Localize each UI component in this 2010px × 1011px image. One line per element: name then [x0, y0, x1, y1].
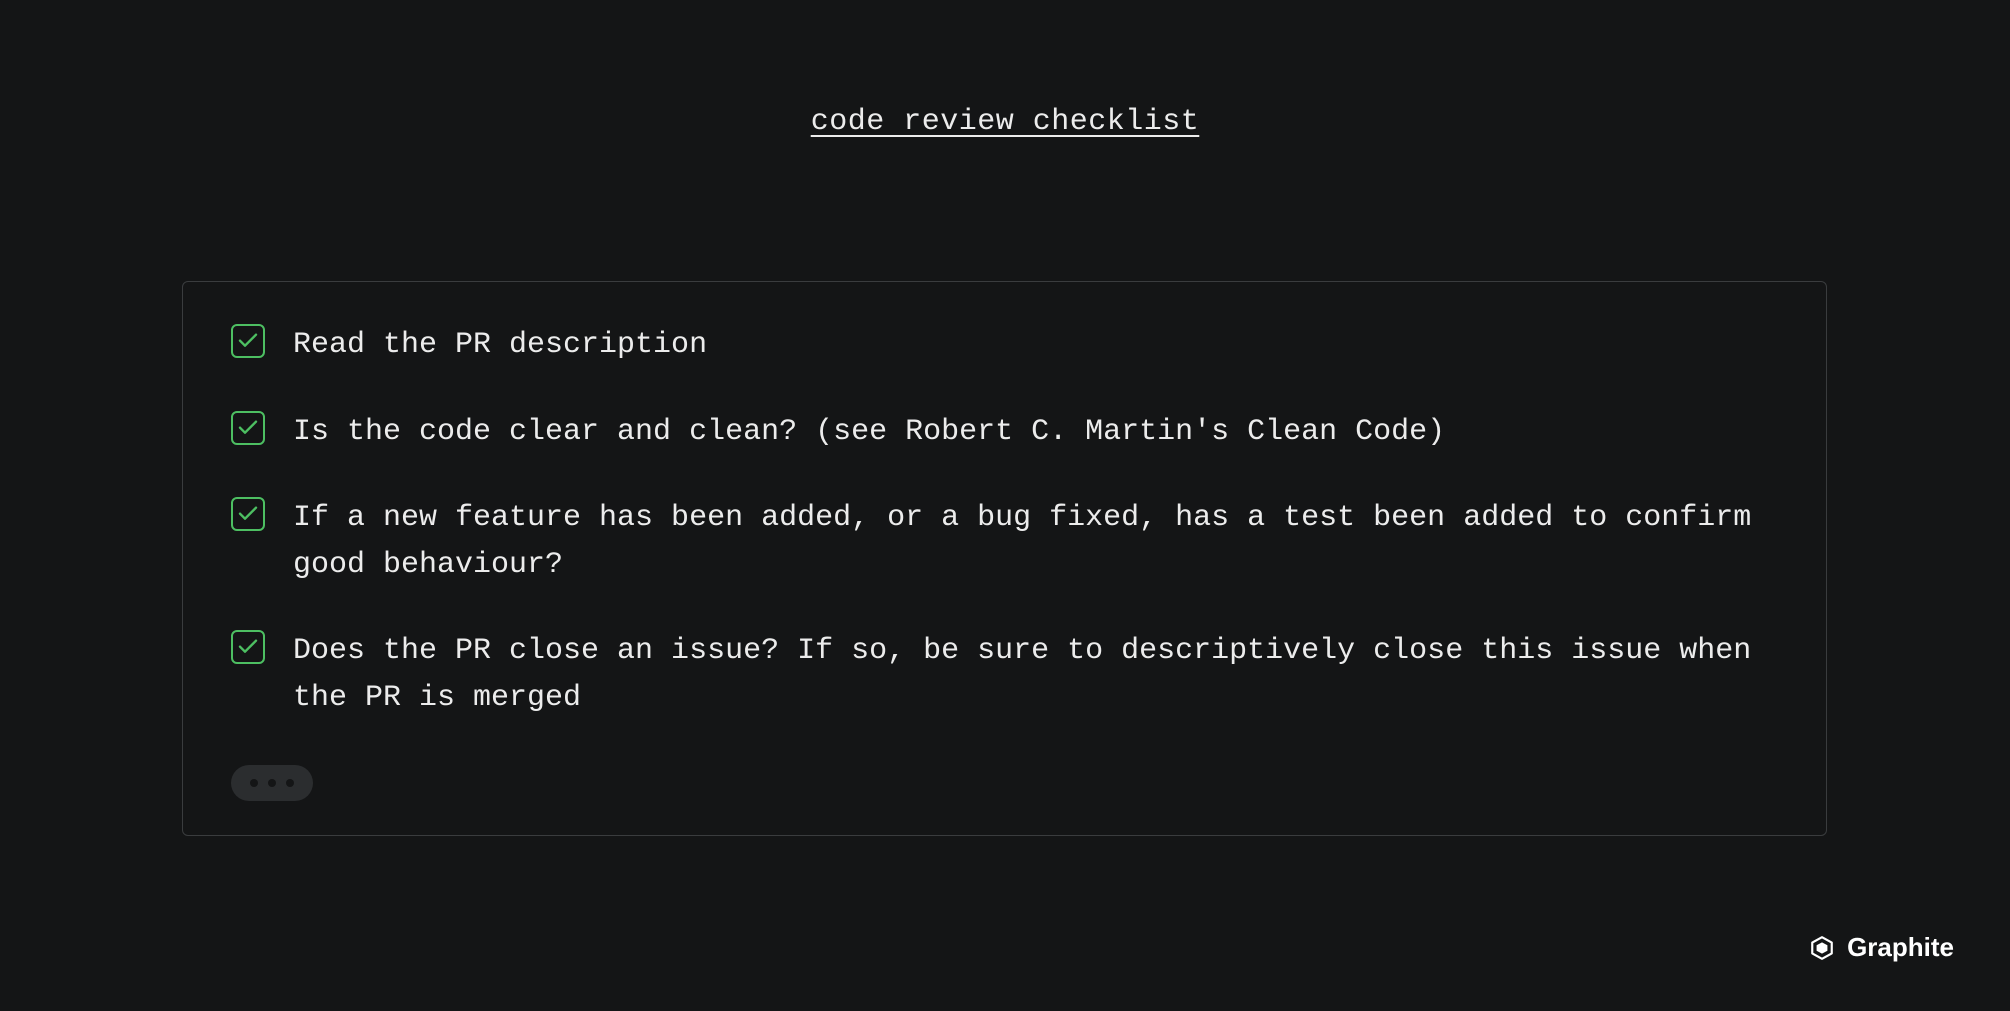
checklist-item: If a new feature has been added, or a bu… [231, 495, 1778, 588]
checklist-item-label: Does the PR close an issue? If so, be su… [293, 628, 1773, 721]
brand-badge: Graphite [1809, 932, 1954, 963]
checklist-item: Read the PR description [231, 322, 1778, 369]
checkbox-checked-icon[interactable] [231, 324, 265, 358]
graphite-logo-icon [1809, 935, 1835, 961]
checklist-item: Does the PR close an issue? If so, be su… [231, 628, 1778, 721]
checklist-item-label: If a new feature has been added, or a bu… [293, 495, 1773, 588]
page-title: code review checklist [0, 105, 2010, 139]
checklist-panel: Read the PR description Is the code clea… [182, 281, 1827, 836]
brand-name: Graphite [1847, 932, 1954, 963]
checklist-item-label: Read the PR description [293, 322, 707, 369]
checkbox-checked-icon[interactable] [231, 411, 265, 445]
stage: code review checklist Read the PR descri… [0, 0, 2010, 1011]
checklist-item-label: Is the code clear and clean? (see Robert… [293, 409, 1445, 456]
checklist-item: Is the code clear and clean? (see Robert… [231, 409, 1778, 456]
checkbox-checked-icon[interactable] [231, 497, 265, 531]
checkbox-checked-icon[interactable] [231, 630, 265, 664]
more-icon[interactable] [231, 765, 313, 801]
